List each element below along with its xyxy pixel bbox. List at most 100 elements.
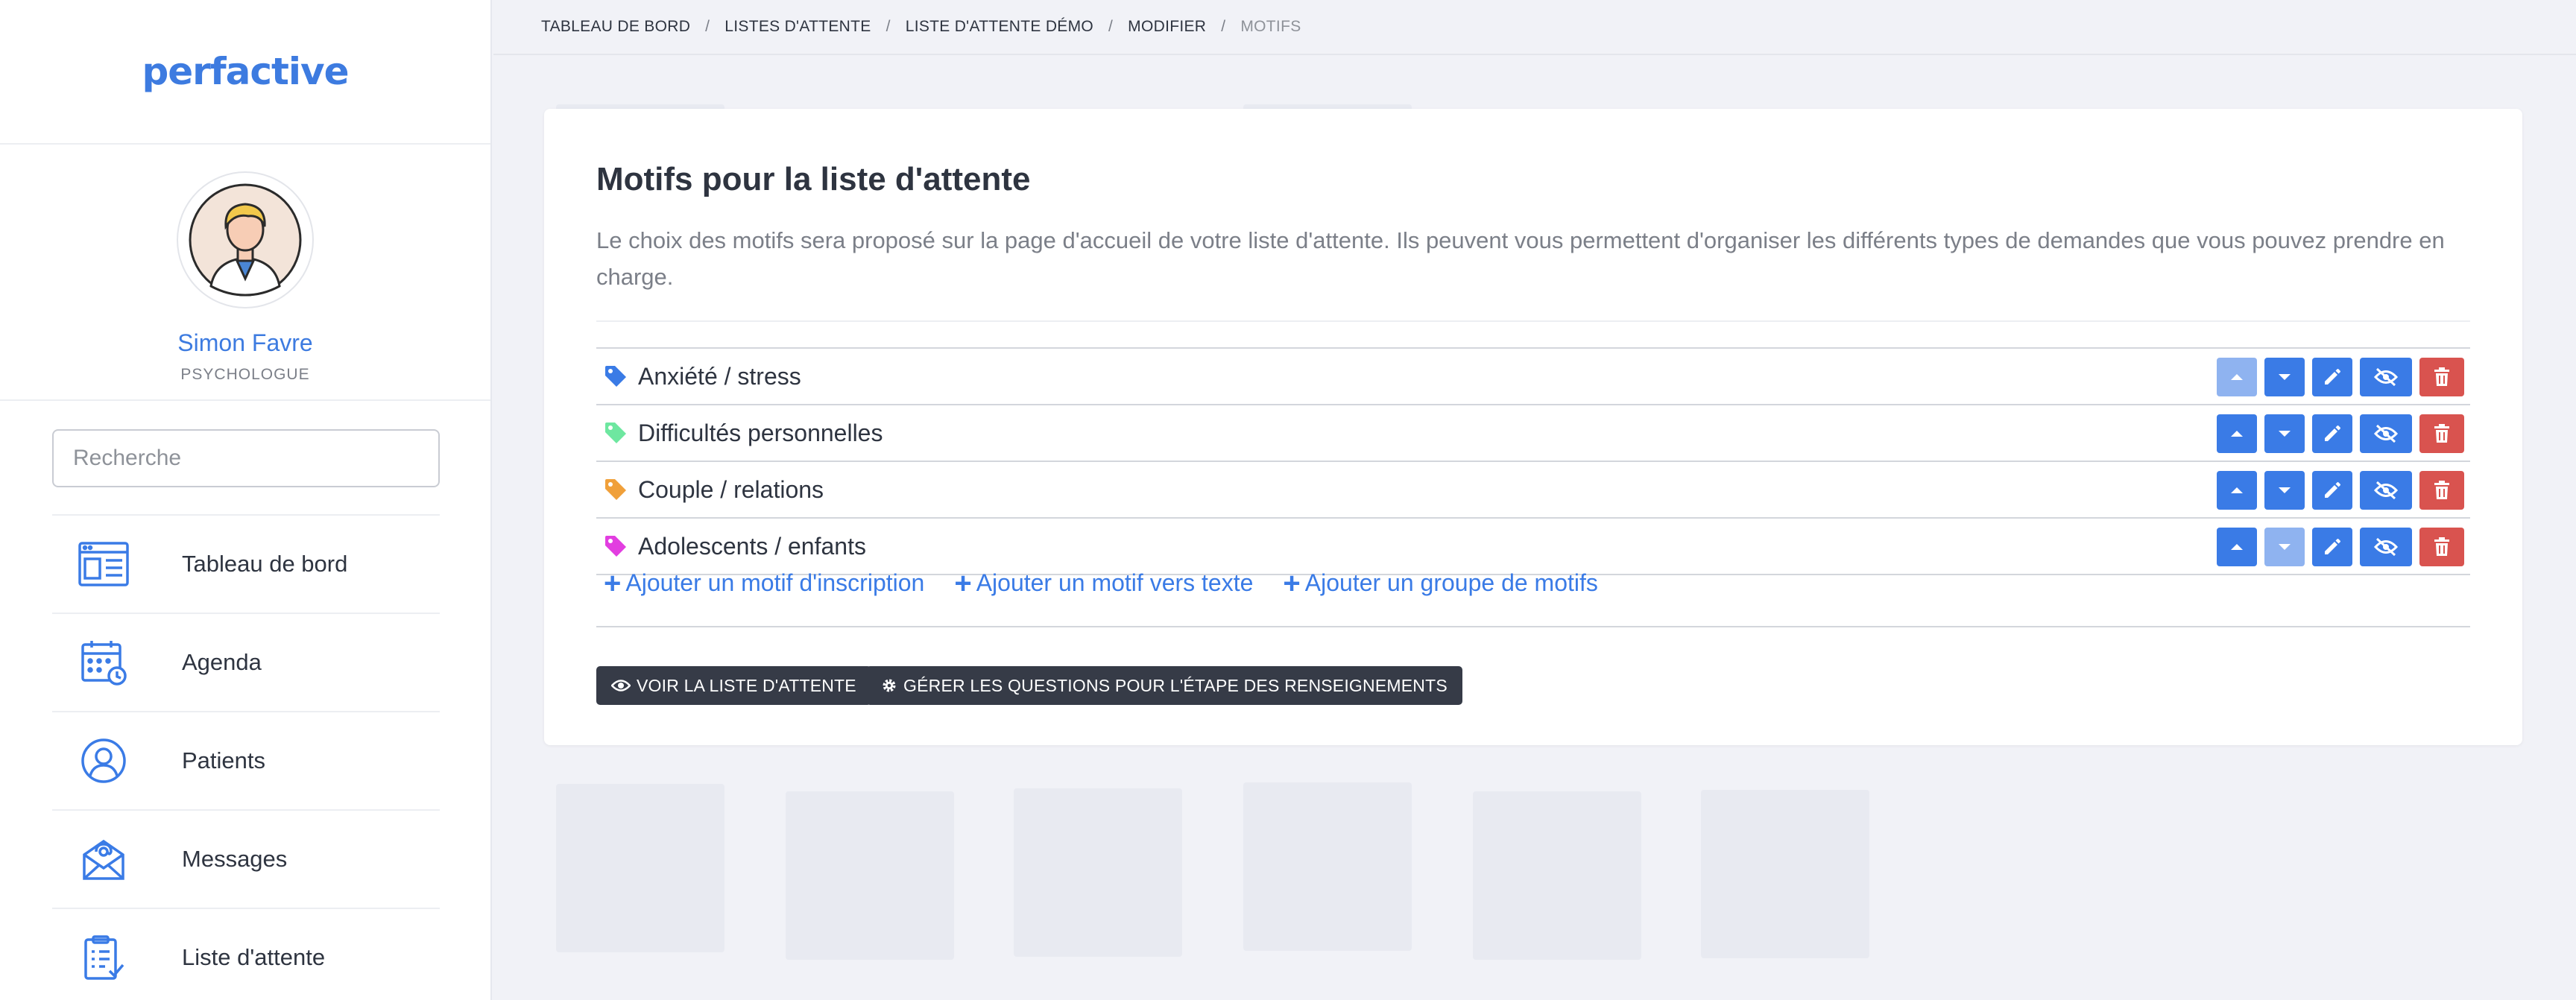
caret-down-icon <box>2279 431 2291 437</box>
add-link-label: Ajouter un motif vers texte <box>976 569 1254 596</box>
breadcrumb-separator: / <box>1221 18 1226 35</box>
move-up-button[interactable] <box>2217 414 2257 453</box>
avatar[interactable] <box>177 171 314 308</box>
caret-up-icon <box>2231 544 2243 550</box>
hide-button[interactable] <box>2360 528 2412 566</box>
pencil-icon <box>2325 425 2340 441</box>
eye-icon <box>611 680 631 692</box>
move-down-button[interactable] <box>2264 471 2305 510</box>
sidebar-item-label: Tableau de bord <box>182 551 348 577</box>
motif-actions <box>2217 414 2464 453</box>
logo[interactable]: perfactive <box>142 50 349 93</box>
add-motif-group-link[interactable]: + Ajouter un groupe de motifs <box>1283 566 1598 600</box>
manage-questions-button[interactable]: GÉRER LES QUESTIONS POUR L'ÉTAPE DES REN… <box>866 666 1462 705</box>
add-link-label: Ajouter un groupe de motifs <box>1304 569 1598 596</box>
calendar-icon <box>63 633 145 692</box>
delete-button[interactable] <box>2419 358 2464 396</box>
sidebar-item-patients[interactable]: Patients <box>52 711 440 809</box>
placeholder-tile <box>1243 782 1412 951</box>
motif-actions <box>2217 471 2464 510</box>
eye-slash-icon <box>2373 424 2399 443</box>
clipboard-icon <box>63 928 145 987</box>
hide-button[interactable] <box>2360 414 2412 453</box>
gear-icon <box>883 679 896 692</box>
page-title: Motifs pour la liste d'attente <box>596 161 1031 197</box>
add-motif-text-link[interactable]: + Ajouter un motif vers texte <box>954 566 1254 600</box>
move-up-button[interactable] <box>2217 471 2257 510</box>
placeholder-tile <box>1014 788 1182 957</box>
motif-row: Difficultés personnelles <box>596 405 2470 462</box>
pencil-icon <box>2325 539 2340 554</box>
profile-name[interactable]: Simon Favre <box>177 329 312 357</box>
sidebar-item-dashboard[interactable]: Tableau de bord <box>52 514 440 613</box>
plus-icon: + <box>1283 566 1301 600</box>
motif-row: Adolescents / enfants <box>596 519 2470 575</box>
sidebar-item-label: Messages <box>182 846 288 872</box>
breadcrumb-current: MOTIFS <box>1240 18 1301 35</box>
button-label: GÉRER LES QUESTIONS POUR L'ÉTAPE DES REN… <box>903 675 1448 695</box>
hide-button[interactable] <box>2360 471 2412 510</box>
move-down-button[interactable] <box>2264 414 2305 453</box>
delete-button[interactable] <box>2419 414 2464 453</box>
divider <box>596 626 2470 627</box>
tag-icon <box>604 476 631 503</box>
breadcrumb-separator: / <box>886 18 891 35</box>
sidebar-item-label: Patients <box>182 747 266 773</box>
motif-label: Adolescents / enfants <box>638 532 866 560</box>
avatar-image <box>189 183 302 297</box>
mail-icon <box>63 829 145 889</box>
move-up-button[interactable] <box>2217 358 2257 396</box>
add-motif-inscription-link[interactable]: + Ajouter un motif d'inscription <box>604 566 925 600</box>
move-down-button[interactable] <box>2264 358 2305 396</box>
profile-role: PSYCHOLOGUE <box>180 366 310 383</box>
search-input[interactable] <box>52 429 440 487</box>
motif-label: Couple / relations <box>638 475 824 503</box>
add-link-label: Ajouter un motif d'inscription <box>625 569 925 596</box>
move-down-button[interactable] <box>2264 528 2305 566</box>
sidebar-nav: Tableau de bord Agenda Patients Messages… <box>52 514 440 1000</box>
delete-button[interactable] <box>2419 528 2464 566</box>
motif-actions <box>2217 358 2464 396</box>
breadcrumb-separator: / <box>705 18 710 35</box>
add-links: + Ajouter un motif d'inscription + Ajout… <box>604 566 1598 600</box>
edit-button[interactable] <box>2312 414 2352 453</box>
plus-icon: + <box>604 566 622 600</box>
button-label: VOIR LA LISTE D'ATTENTE <box>637 675 856 695</box>
motif-label: Anxiété / stress <box>638 362 801 390</box>
trash-icon <box>2434 481 2449 499</box>
user-icon <box>63 731 145 791</box>
caret-down-icon <box>2279 374 2291 380</box>
sidebar-item-waitlist[interactable]: Liste d'attente <box>52 908 440 1000</box>
sidebar-item-label: Agenda <box>182 649 262 675</box>
eye-slash-icon <box>2373 367 2399 387</box>
move-up-button[interactable] <box>2217 528 2257 566</box>
breadcrumb-item[interactable]: TABLEAU DE BORD <box>541 18 690 36</box>
edit-button[interactable] <box>2312 471 2352 510</box>
tag-icon <box>604 533 631 560</box>
trash-icon <box>2434 537 2449 556</box>
sidebar-item-messages[interactable]: Messages <box>52 809 440 908</box>
caret-up-icon <box>2231 431 2243 437</box>
breadcrumb-item[interactable]: LISTES D'ATTENTE <box>724 18 871 36</box>
breadcrumb-item[interactable]: MODIFIER <box>1128 18 1206 36</box>
caret-down-icon <box>2279 487 2291 493</box>
eye-slash-icon <box>2373 537 2399 557</box>
tag-icon <box>604 363 631 390</box>
motif-actions <box>2217 528 2464 566</box>
view-waitlist-button[interactable]: VOIR LA LISTE D'ATTENTE <box>596 666 871 705</box>
pencil-icon <box>2325 369 2340 385</box>
sidebar-item-agenda[interactable]: Agenda <box>52 613 440 711</box>
trash-icon <box>2434 367 2449 386</box>
motif-row: Anxiété / stress <box>596 349 2470 405</box>
plus-icon: + <box>954 566 972 600</box>
sidebar-item-label: Liste d'attente <box>182 944 326 970</box>
placeholder-tile <box>556 784 724 952</box>
profile: Simon Favre PSYCHOLOGUE <box>0 145 490 401</box>
edit-button[interactable] <box>2312 358 2352 396</box>
edit-button[interactable] <box>2312 528 2352 566</box>
eye-slash-icon <box>2373 481 2399 500</box>
delete-button[interactable] <box>2419 471 2464 510</box>
breadcrumb-item[interactable]: LISTE D'ATTENTE DÉMO <box>906 18 1093 36</box>
caret-up-icon <box>2231 374 2243 380</box>
hide-button[interactable] <box>2360 358 2412 396</box>
